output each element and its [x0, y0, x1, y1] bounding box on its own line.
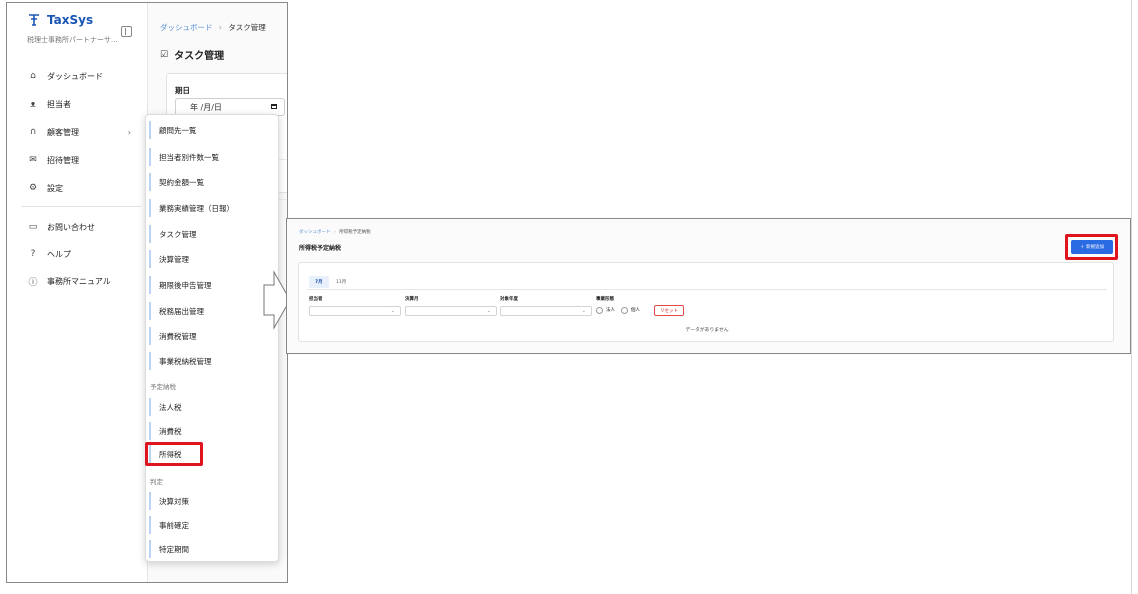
gear-icon: ⚙ — [28, 183, 38, 193]
chevron-right-icon: › — [127, 127, 131, 137]
empty-state-message: データがありません — [685, 328, 729, 333]
fiscal-month-label: 決算月 — [405, 297, 419, 302]
assignee-label: 担当者 — [309, 297, 323, 302]
calendar-icon[interactable] — [271, 104, 277, 109]
chevron-down-icon: ⌄ — [486, 308, 491, 314]
sidebar-item-invitations[interactable]: ✉ 招待管理 — [27, 151, 137, 169]
home-icon: ⌂ — [30, 71, 36, 81]
sidebar-item-label: 事務所マニュアル — [47, 276, 111, 286]
breadcrumb-separator: › — [218, 23, 222, 32]
tab-july[interactable]: 7月 — [309, 276, 329, 288]
target-year-select[interactable]: ⌄ — [500, 306, 592, 316]
sidebar-item-label: 設定 — [47, 183, 63, 193]
chevron-down-icon: ⌄ — [581, 308, 586, 314]
mail-icon: ✉ — [29, 155, 37, 165]
sidebar-item-contact[interactable]: ▭ お問い合わせ — [27, 218, 137, 236]
submenu-item[interactable]: 期限後申告管理 — [149, 276, 273, 294]
highlight-box — [1065, 234, 1118, 260]
page-title: 所得税予定納税 — [299, 245, 342, 252]
info-icon: ⓘ — [28, 277, 38, 288]
assignee-select[interactable]: ⌄ — [309, 306, 401, 316]
fiscal-month-select[interactable]: ⌄ — [405, 306, 497, 316]
highlight-box — [145, 442, 203, 466]
filter-card: 7月 11月 担当者 決算月 対象年度 事業形態 ⌄ ⌄ ⌄ 法人 個人 リセッ… — [298, 262, 1114, 342]
tab-november[interactable]: 11月 — [330, 276, 352, 288]
breadcrumb-home[interactable]: ダッシュボード — [160, 23, 213, 32]
brand-name: TaxSys — [47, 13, 94, 27]
sidebar-item-settings[interactable]: ⚙ 設定 — [27, 179, 137, 197]
corporation-radio-label: 法人 — [606, 308, 615, 313]
target-year-label: 対象年度 — [500, 297, 518, 302]
submenu-item[interactable]: 特定期間 — [149, 540, 273, 558]
checkbox-icon: ☑ — [160, 49, 169, 60]
chevron-down-icon: ⌄ — [390, 308, 395, 314]
right-screenshot-frame: ダッシュボード › 所得税予定納税 所得税予定納税 ＋ 新規追加 7月 11月 … — [286, 218, 1131, 354]
breadcrumb-separator: › — [333, 230, 336, 235]
submenu-item[interactable]: 法人税 — [149, 398, 273, 416]
brand-subtitle: 税理士事務所パートナーサ… — [27, 36, 118, 44]
reset-button[interactable]: リセット — [654, 305, 684, 316]
submenu-item[interactable]: 事業税納税管理 — [149, 352, 273, 370]
breadcrumb-home[interactable]: ダッシュボード — [299, 230, 331, 235]
page-title: ☑ タスク管理 — [160, 47, 225, 63]
submenu-item[interactable]: 決算対策 — [149, 492, 273, 510]
breadcrumb: ダッシュボード › 所得税予定納税 — [299, 229, 371, 235]
page-edge-divider — [1131, 0, 1132, 594]
sidebar-item-label: 担当者 — [47, 99, 71, 109]
sidebar-item-label: お問い合わせ — [47, 222, 95, 232]
breadcrumb-current: タスク管理 — [228, 23, 266, 32]
brand: TaxSys — [27, 13, 93, 27]
corporation-radio[interactable] — [596, 307, 603, 314]
submenu-item[interactable]: 契約金額一覧 — [149, 173, 273, 191]
sidebar: TaxSys 税理士事務所パートナーサ… ⌂ ダッシュボード ᴥ 担当者 ∩ 顧… — [7, 3, 147, 582]
submenu-item[interactable]: タスク管理 — [149, 225, 273, 243]
breadcrumb-current: 所得税予定納税 — [339, 230, 371, 235]
tab-underline — [307, 289, 1107, 290]
submenu-item[interactable]: 担当者別件数一覧 — [149, 148, 273, 166]
user-icon: ᴥ — [30, 99, 36, 110]
submenu-group-label: 判定 — [150, 478, 163, 486]
sidebar-item-help[interactable]: ? ヘルプ — [27, 245, 137, 263]
business-type-label: 事業形態 — [596, 297, 614, 302]
page-title-text: タスク管理 — [174, 51, 225, 62]
chat-icon: ▭ — [28, 222, 38, 232]
individual-radio-label: 個人 — [631, 308, 640, 313]
due-date-label: 期日 — [175, 86, 190, 95]
sidebar-item-manual[interactable]: ⓘ 事務所マニュアル — [27, 272, 137, 290]
sidebar-item-assignee[interactable]: ᴥ 担当者 — [27, 95, 137, 113]
headset-icon: ∩ — [29, 127, 37, 137]
submenu-item[interactable]: 業務実績管理（日報） — [149, 199, 273, 217]
submenu-item[interactable]: 決算管理 — [149, 250, 273, 268]
taxsys-logo-icon — [29, 14, 39, 26]
submenu-item[interactable]: 顧問先一覧 — [149, 121, 273, 139]
sidebar-item-customers[interactable]: ∩ 顧客管理 › — [27, 123, 137, 141]
submenu-item[interactable]: 消費税 — [149, 422, 273, 440]
sidebar-divider — [21, 206, 141, 207]
submenu-group-label: 予定納税 — [150, 383, 176, 391]
collapse-sidebar-icon[interactable] — [121, 26, 132, 37]
sidebar-item-label: ヘルプ — [47, 249, 71, 259]
sidebar-item-label: ダッシュボード — [47, 71, 103, 81]
breadcrumb: ダッシュボード › タスク管理 — [160, 22, 266, 33]
customer-submenu: 顧問先一覧 担当者別件数一覧 契約金額一覧 業務実績管理（日報） タスク管理 決… — [145, 114, 279, 562]
sidebar-item-label: 顧客管理 — [47, 127, 79, 137]
sidebar-item-dashboard[interactable]: ⌂ ダッシュボード — [27, 67, 137, 85]
individual-radio[interactable] — [621, 307, 628, 314]
date-placeholder: 年 /月/日 — [190, 102, 222, 112]
sidebar-item-label: 招待管理 — [47, 155, 79, 165]
submenu-item[interactable]: 税務届出管理 — [149, 302, 273, 320]
submenu-item[interactable]: 消費税管理 — [149, 327, 273, 345]
help-icon: ? — [30, 249, 36, 259]
submenu-item[interactable]: 事前確定 — [149, 516, 273, 534]
